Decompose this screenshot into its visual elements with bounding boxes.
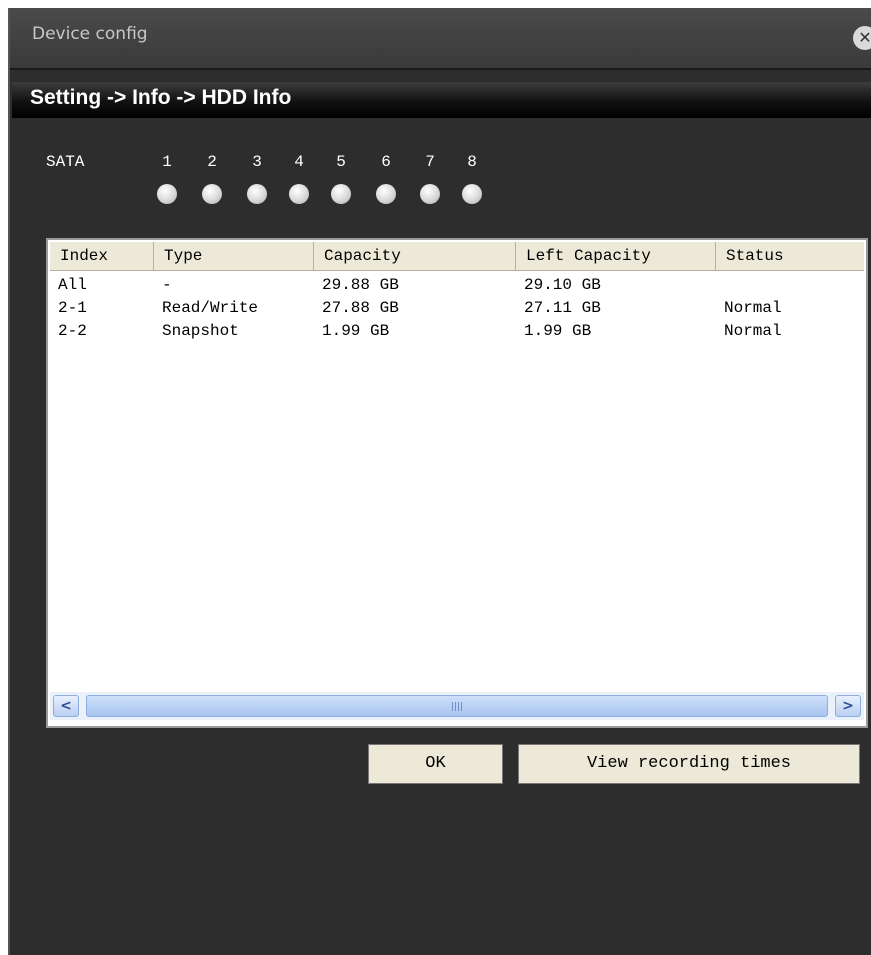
ok-button[interactable]: OK [368,744,503,784]
column-header-type[interactable]: Type [154,242,314,270]
sata-port-number: 5 [336,153,346,171]
sata-port-indicator [331,184,351,204]
sata-port-number: 8 [467,153,477,171]
sata-port-indicator [202,184,222,204]
cell-capacity: 27.88 GB [322,299,399,317]
grip-icon [452,702,462,711]
cell-status: Normal [724,299,782,317]
cell-type: Snapshot [162,322,239,340]
cell-left-capacity: 29.10 GB [524,276,601,294]
table-body: All - 29.88 GB 29.10 GB 2-1 Read/Write 2… [50,274,864,343]
column-header-left-capacity[interactable]: Left Capacity [516,242,716,270]
sata-port-3: 3 [242,153,272,204]
sata-port-indicator [157,184,177,204]
sata-port-number: 3 [252,153,262,171]
sata-port-indicator [289,184,309,204]
sata-port-number: 7 [425,153,435,171]
cell-status: Normal [724,322,782,340]
cell-index: All [58,276,87,294]
horizontal-scrollbar[interactable]: < > [50,692,864,720]
hdd-info-table: Index Type Capacity Left Capacity Status… [46,238,868,728]
table-row[interactable]: 2-1 Read/Write 27.88 GB 27.11 GB Normal [50,297,864,320]
sata-port-number: 2 [207,153,217,171]
cell-index: 2-1 [58,299,87,317]
chevron-right-icon[interactable]: > [835,695,861,717]
scroll-thumb[interactable] [86,695,828,717]
sata-port-6: 6 [371,153,401,204]
breadcrumb-bar: Setting -> Info -> HDD Info [12,82,871,118]
breadcrumb: Setting -> Info -> HDD Info [30,86,292,109]
sata-port-number: 4 [294,153,304,171]
cell-left-capacity: 27.11 GB [524,299,601,317]
table-header: Index Type Capacity Left Capacity Status [50,242,864,271]
sata-port-indicator [420,184,440,204]
chevron-left-icon[interactable]: < [53,695,79,717]
cell-capacity: 29.88 GB [322,276,399,294]
sata-port-2: 2 [197,153,227,204]
cell-left-capacity: 1.99 GB [524,322,592,340]
view-recording-times-button[interactable]: View recording times [518,744,860,784]
window-title: Device config [32,24,148,44]
sata-port-5: 5 [326,153,356,204]
title-bar: Device config ✕ [10,8,871,70]
sata-port-number: 1 [162,153,172,171]
table-row[interactable]: 2-2 Snapshot 1.99 GB 1.99 GB Normal [50,320,864,343]
cell-type: - [162,276,172,294]
cell-index: 2-2 [58,322,87,340]
sata-port-indicator [462,184,482,204]
sata-port-8: 8 [457,153,487,204]
column-header-status[interactable]: Status [716,242,868,270]
device-config-window: Device config ✕ Setting -> Info -> HDD I… [8,8,871,955]
sata-port-number: 6 [381,153,391,171]
sata-port-7: 7 [415,153,445,204]
close-icon[interactable]: ✕ [853,26,871,50]
column-header-index[interactable]: Index [50,242,154,270]
sata-port-indicator [376,184,396,204]
sata-port-1: 1 [152,153,182,204]
sata-label: SATA [46,153,85,171]
sata-port-indicator [247,184,267,204]
cell-type: Read/Write [162,299,259,317]
table-row[interactable]: All - 29.88 GB 29.10 GB [50,274,864,297]
cell-capacity: 1.99 GB [322,322,390,340]
column-header-capacity[interactable]: Capacity [314,242,516,270]
sata-port-4: 4 [284,153,314,204]
